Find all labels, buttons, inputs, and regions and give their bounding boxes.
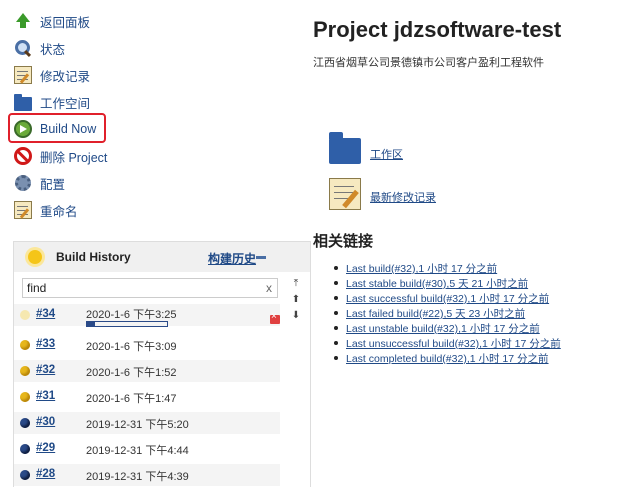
page-title: Project jdzsoftware-test <box>313 17 562 42</box>
build-row: #32 2020-1-6 下午1:52 <box>14 360 280 382</box>
build-date: 2020-1-6 下午3:09 <box>86 341 177 353</box>
build-date: 2019-12-31 下午4:39 <box>86 471 189 483</box>
permalink[interactable]: Last build(#32),1 小时 17 分之前 <box>346 263 497 275</box>
up-arrow-icon <box>14 12 32 30</box>
build-search-value: find <box>27 281 47 295</box>
recent-changes-link[interactable]: 最新修改记录 <box>370 189 436 205</box>
changes-notepad-icon[interactable] <box>329 178 361 210</box>
build-search-input[interactable]: find x <box>22 278 278 298</box>
next-page-icon[interactable]: ⬇ <box>290 310 302 322</box>
build-number-link[interactable]: #34 <box>36 308 55 320</box>
clear-search-icon[interactable]: x <box>266 279 272 297</box>
build-status-icon <box>20 418 30 428</box>
folder-icon <box>14 94 32 111</box>
build-number-link[interactable]: #29 <box>36 442 55 454</box>
build-trend-link[interactable]: 构建历史 <box>208 250 256 267</box>
back-to-dashboard-link[interactable]: 返回面板 <box>14 11 90 31</box>
workspace-link[interactable]: 工作区 <box>370 146 403 162</box>
rename-link[interactable]: 重命名 <box>14 200 78 220</box>
status-link[interactable]: 状态 <box>14 38 65 58</box>
build-now-button[interactable]: Build Now <box>14 119 96 139</box>
permalink[interactable]: Last completed build(#32),1 小时 17 分之前 <box>346 353 549 365</box>
permalink[interactable]: Last successful build(#32),1 小时 17 分之前 <box>346 293 549 305</box>
build-status-icon <box>20 340 30 350</box>
list-item: Last successful build(#32),1 小时 17 分之前 <box>334 291 561 306</box>
build-history-panel: Build History 构建历史 find x ⤒ ⬆ ⬇ #34 2020… <box>13 241 311 487</box>
build-row: #31 2020-1-6 下午1:47 <box>14 386 280 408</box>
notepad-icon <box>14 66 32 84</box>
build-status-icon <box>20 310 30 320</box>
build-row: #30 2019-12-31 下午5:20 <box>14 412 280 434</box>
permalink[interactable]: Last unsuccessful build(#32),1 小时 17 分之前 <box>346 338 561 350</box>
gear-icon <box>14 174 32 192</box>
sidebar-item-label: Build Now <box>40 122 97 136</box>
changes-link[interactable]: 修改记录 <box>14 65 90 85</box>
build-number-link[interactable]: #31 <box>36 390 55 402</box>
sidebar-item-label: 工作空间 <box>40 96 91 111</box>
build-number-link[interactable]: #33 <box>36 338 55 350</box>
workspace-folder-icon[interactable] <box>329 132 361 164</box>
project-description: 江西省烟草公司景德镇市公司客户盈利工程软件 <box>313 57 544 69</box>
permalink[interactable]: Last unstable build(#32),1 小时 17 分之前 <box>346 323 540 335</box>
build-number-link[interactable]: #28 <box>36 468 55 480</box>
search-icon <box>14 39 32 57</box>
build-date: 2019-12-31 下午4:44 <box>86 445 189 457</box>
list-item: Last unsuccessful build(#32),1 小时 17 分之前 <box>334 336 561 351</box>
previous-page-icon[interactable]: ⬆ <box>290 294 302 306</box>
workspace-link[interactable]: 工作空间 <box>14 92 90 112</box>
sidebar-item-label: 返回面板 <box>40 15 91 30</box>
build-number-link[interactable]: #30 <box>36 416 55 428</box>
list-item: Last stable build(#30),5 天 21 小时之前 <box>334 276 561 291</box>
sidebar-item-label: 重命名 <box>40 204 78 219</box>
build-progress-bar[interactable] <box>86 321 168 327</box>
build-status-icon <box>20 444 30 454</box>
collapse-icon[interactable] <box>256 256 266 259</box>
build-number-link[interactable]: #32 <box>36 364 55 376</box>
build-status-icon <box>20 470 30 480</box>
permalink[interactable]: Last failed build(#22),5 天 23 小时之前 <box>346 308 525 320</box>
pagination-controls: ⤒ ⬆ ⬇ <box>290 278 302 326</box>
build-row: #28 2019-12-31 下午4:39 <box>14 464 280 486</box>
sidebar-item-label: 修改记录 <box>40 69 91 84</box>
stop-build-icon[interactable] <box>270 311 280 324</box>
list-item: Last failed build(#22),5 天 23 小时之前 <box>334 306 561 321</box>
build-row: #29 2019-12-31 下午4:44 <box>14 438 280 460</box>
first-page-icon[interactable]: ⤒ <box>290 278 302 290</box>
list-item: Last completed build(#32),1 小时 17 分之前 <box>334 351 561 366</box>
build-row: #33 2020-1-6 下午3:09 <box>14 334 280 356</box>
configure-link[interactable]: 配置 <box>14 173 65 193</box>
sidebar-item-label: 状态 <box>40 42 66 57</box>
weather-sun-icon <box>28 250 42 264</box>
sidebar-item-label: 配置 <box>40 177 66 192</box>
build-row: #34 2020-1-6 下午3:25 <box>14 304 280 327</box>
build-history-title: Build History <box>56 250 131 264</box>
build-progress-fill <box>87 322 95 326</box>
notepad-icon <box>14 201 32 219</box>
build-status-icon <box>20 366 30 376</box>
delete-project-link[interactable]: 删除 Project <box>14 146 107 166</box>
build-now-icon <box>14 120 32 138</box>
build-date: 2020-1-6 下午1:47 <box>86 393 177 405</box>
permalink[interactable]: Last stable build(#30),5 天 21 小时之前 <box>346 278 528 290</box>
list-item: Last build(#32),1 小时 17 分之前 <box>334 261 561 276</box>
list-item: Last unstable build(#32),1 小时 17 分之前 <box>334 321 561 336</box>
delete-icon <box>14 147 32 165</box>
related-links-heading: 相关链接 <box>313 233 374 250</box>
build-status-icon <box>20 392 30 402</box>
build-date: 2020-1-6 下午3:25 <box>86 309 177 321</box>
build-history-header: Build History 构建历史 <box>14 242 310 272</box>
related-links-list: Last build(#32),1 小时 17 分之前 Last stable … <box>334 261 561 366</box>
build-date: 2019-12-31 下午5:20 <box>86 419 189 431</box>
build-date: 2020-1-6 下午1:52 <box>86 367 177 379</box>
sidebar-item-label: 删除 Project <box>40 150 108 165</box>
